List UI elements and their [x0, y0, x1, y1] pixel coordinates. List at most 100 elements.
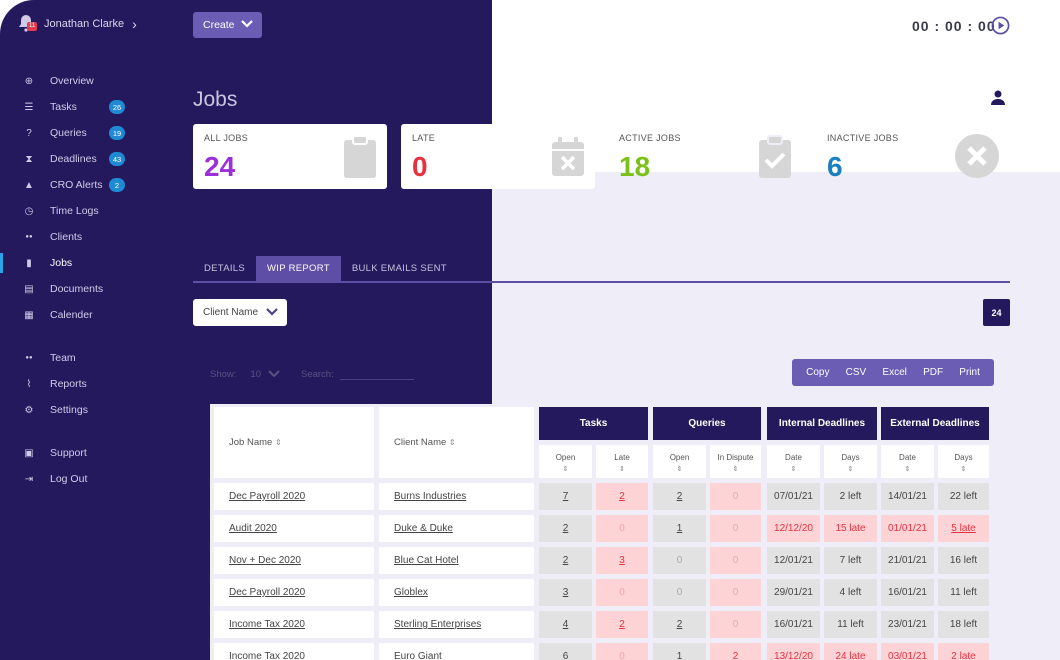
sub-header-date[interactable]: Date ⇕ — [767, 445, 820, 478]
sub-header-label: Days — [954, 453, 973, 462]
sub-header-days[interactable]: Days ⇕ — [938, 445, 989, 478]
cell-t-open[interactable]: 3 — [539, 579, 592, 606]
sub-header-days[interactable]: Days ⇕ — [824, 445, 877, 478]
card-late[interactable]: LATE 0 — [401, 124, 595, 189]
cell-q-open[interactable]: 2 — [653, 483, 706, 510]
pdf-button[interactable]: PDF — [923, 367, 943, 378]
sidebar-item-documents[interactable]: ▤ Documents — [0, 276, 180, 302]
sidebar-item-tasks[interactable]: ☰ Tasks 26 — [0, 94, 180, 120]
cell-t-late: 0 — [596, 579, 648, 606]
sidebar-item-queries[interactable]: ? Queries 19 — [0, 120, 180, 146]
clipboard-icon: ▮ — [26, 257, 32, 269]
count-badge: 2 — [109, 178, 125, 192]
sort-icon: ⇕ — [676, 466, 683, 473]
cell-t-late[interactable]: 2 — [596, 611, 648, 638]
cell-t-open[interactable]: 4 — [539, 611, 592, 638]
play-icon[interactable] — [991, 16, 1010, 35]
cell-t-open[interactable]: 6 — [539, 643, 592, 660]
clipboard-check-icon — [759, 135, 791, 178]
job-name-link[interactable]: Dec Payroll 2020 — [214, 579, 374, 606]
cell-t-late: 0 — [596, 643, 648, 660]
tab-bulk-emails-sent[interactable]: BULK EMAILS SENT — [341, 256, 458, 281]
sub-header-late[interactable]: Late ⇕ — [596, 445, 648, 478]
page-size-select[interactable]: 10 — [250, 369, 261, 380]
group-header-tasks: Tasks — [539, 407, 648, 440]
sidebar-item-calender[interactable]: ▦ Calender — [0, 302, 180, 328]
sidebar-item-cro-alerts[interactable]: ▲ CRO Alerts 2 — [0, 172, 180, 198]
cell-t-open[interactable]: 2 — [539, 515, 592, 542]
job-name-link[interactable]: Income Tax 2020 — [214, 643, 374, 660]
hourglass-icon: ⧗ — [25, 153, 33, 165]
sub-header-open[interactable]: Open ⇕ — [653, 445, 706, 478]
job-name-link[interactable]: Nov + Dec 2020 — [214, 547, 374, 574]
chevron-down-icon — [241, 20, 253, 28]
cell-t-open[interactable]: 2 — [539, 547, 592, 574]
tab-wip-report[interactable]: WIP REPORT — [256, 256, 341, 281]
tab-details[interactable]: DETAILS — [193, 256, 256, 281]
cell-q-open[interactable]: 1 — [653, 515, 706, 542]
column-header-client-name[interactable]: Client Name ⇕ — [379, 407, 534, 478]
bell-icon[interactable]: 11 — [18, 14, 38, 34]
chart-icon: ⌇ — [26, 378, 32, 390]
card-label: LATE — [412, 133, 436, 143]
print-button[interactable]: Print — [959, 367, 980, 378]
sidebar-item-clients[interactable]: ●● Clients — [0, 224, 180, 250]
client-name-link[interactable]: Duke & Duke — [379, 515, 534, 542]
question-icon: ? — [26, 127, 32, 139]
sidebar-item-settings[interactable]: ⚙ Settings — [0, 397, 180, 423]
count-badge: 26 — [109, 100, 125, 114]
card-value: 24 — [204, 151, 236, 182]
sidebar-item-label: Settings — [50, 404, 88, 416]
tab-divider — [193, 281, 1010, 283]
card-all-jobs[interactable]: ALL JOBS 24 — [193, 124, 387, 189]
job-name-link[interactable]: Dec Payroll 2020 — [214, 483, 374, 510]
copy-button[interactable]: Copy — [806, 367, 829, 378]
cell-e-days: 5 late — [938, 515, 989, 542]
calendar-x-icon — [552, 137, 584, 176]
sidebar-item-time-logs[interactable]: ◷ Time Logs — [0, 198, 180, 224]
sub-header-open[interactable]: Open ⇕ — [539, 445, 592, 478]
sidebar-item-reports[interactable]: ⌇ Reports — [0, 371, 180, 397]
cell-t-late[interactable]: 3 — [596, 547, 648, 574]
sidebar-item-overview[interactable]: ⊕ Overview — [0, 68, 180, 94]
user-icon[interactable] — [991, 90, 1005, 106]
sidebar-item-jobs[interactable]: ▮ Jobs — [0, 250, 180, 276]
cell-q-open[interactable]: 2 — [653, 611, 706, 638]
sidebar-item-deadlines[interactable]: ⧗ Deadlines 43 — [0, 146, 180, 172]
cell-q-open[interactable]: 1 — [653, 643, 706, 660]
sidebar-item-support[interactable]: ▣ Support — [0, 440, 180, 466]
client-name-link[interactable]: Euro Giant — [379, 643, 534, 660]
client-name-link[interactable]: Blue Cat Hotel — [379, 547, 534, 574]
search-icon: ⊕ — [24, 75, 34, 87]
cell-q-disp[interactable]: 2 — [710, 643, 761, 660]
team-icon: ●● — [25, 355, 33, 361]
sub-header-in-dispute[interactable]: In Dispute ⇕ — [710, 445, 761, 478]
sub-header-date[interactable]: Date ⇕ — [881, 445, 934, 478]
header-label: Job Name — [229, 437, 273, 448]
search-input[interactable] — [339, 368, 414, 380]
cell-e-date: 14/01/21 — [881, 483, 934, 510]
notification-badge: 11 — [27, 22, 38, 31]
column-header-job-name[interactable]: Job Name ⇕ — [214, 407, 374, 478]
csv-button[interactable]: CSV — [846, 367, 867, 378]
job-name-link[interactable]: Income Tax 2020 — [214, 611, 374, 638]
sidebar-item-label: Documents — [50, 283, 104, 295]
create-button[interactable]: Create — [193, 12, 262, 38]
sidebar-item-team[interactable]: ●● Team — [0, 345, 180, 371]
excel-button[interactable]: Excel — [882, 367, 906, 378]
job-name-link[interactable]: Audit 2020 — [214, 515, 374, 542]
sidebar-item-label: Jobs — [50, 257, 73, 269]
user-menu[interactable]: 11 Jonathan Clarke › — [18, 14, 137, 34]
client-name-link[interactable]: Sterling Enterprises — [379, 611, 534, 638]
card-inactive-jobs[interactable]: INACTIVE JOBS 6 — [816, 124, 1010, 189]
sidebar-item-log-out[interactable]: ⇥ Log Out — [0, 466, 180, 492]
chevron-down-icon[interactable] — [267, 369, 281, 379]
client-name-filter[interactable]: Client Name — [193, 299, 287, 326]
card-value: 18 — [619, 151, 651, 182]
client-name-link[interactable]: Globlex — [379, 579, 534, 606]
cell-t-late[interactable]: 2 — [596, 483, 648, 510]
client-name-link[interactable]: Burns Industries — [379, 483, 534, 510]
cell-t-open[interactable]: 7 — [539, 483, 592, 510]
card-active-jobs[interactable]: ACTIVE JOBS 18 — [608, 124, 802, 189]
